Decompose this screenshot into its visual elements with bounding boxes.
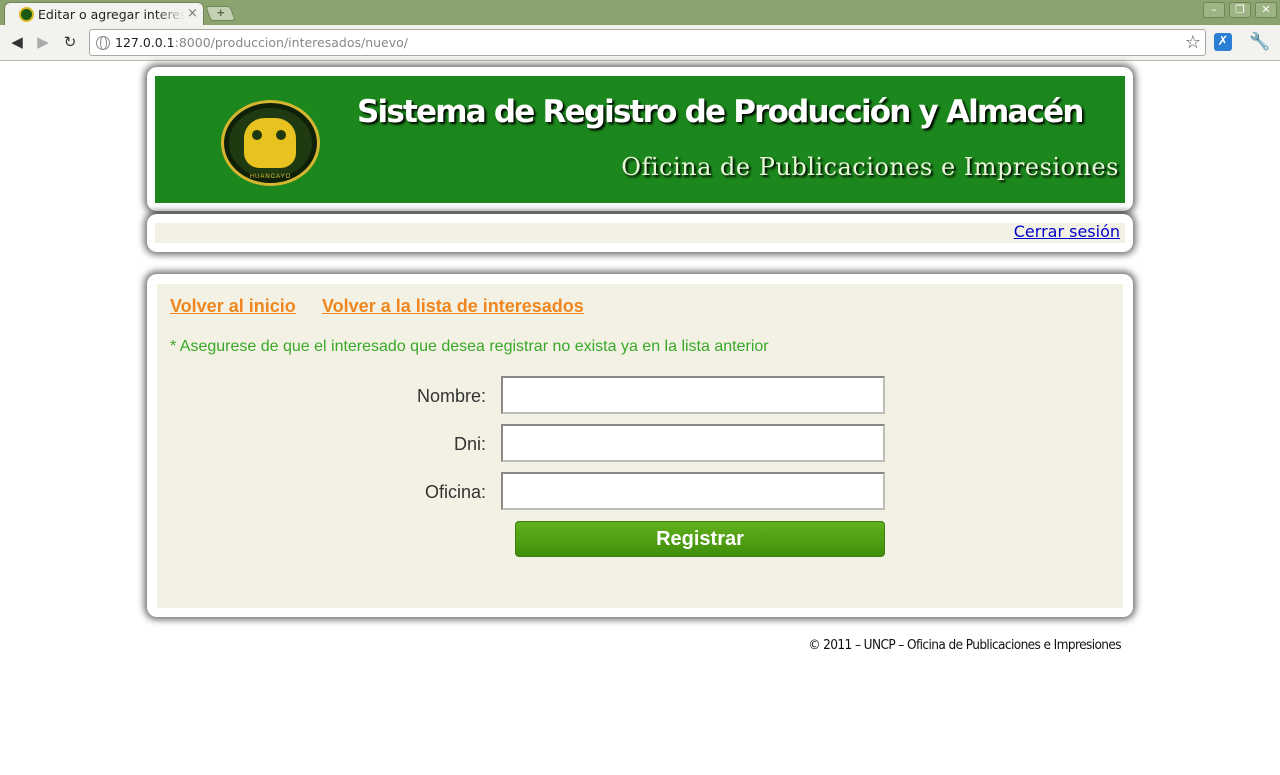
address-bar[interactable]: 127.0.0.1:8000/produccion/interesados/nu… <box>89 29 1206 56</box>
home-link[interactable]: Volver al inicio <box>170 296 296 317</box>
session-bar <box>155 223 1125 243</box>
globe-icon <box>96 36 110 50</box>
page: HUANCAYO Sistema de Registro de Producci… <box>0 62 1280 775</box>
dni-label: Dni: <box>453 434 486 454</box>
url-path: :8000/produccion/interesados/nuevo/ <box>174 35 408 50</box>
tab-close-icon[interactable]: × <box>187 6 198 21</box>
nombre-input[interactable] <box>501 376 885 414</box>
header-banner: HUANCAYO Sistema de Registro de Producci… <box>155 76 1125 203</box>
list-link[interactable]: Volver a la lista de interesados <box>322 296 584 317</box>
back-arrow-icon[interactable]: ◀ <box>7 33 27 51</box>
header-box: HUANCAYO Sistema de Registro de Producci… <box>147 67 1133 211</box>
wrench-icon[interactable]: 🔧 <box>1249 32 1270 52</box>
maximize-button[interactable]: ❐ <box>1229 2 1251 18</box>
dni-input[interactable] <box>501 424 885 462</box>
browser-toolbar: ◀ ▶ ↻ 127.0.0.1:8000/produccion/interesa… <box>0 25 1280 61</box>
forward-arrow-icon[interactable]: ▶ <box>33 33 53 51</box>
oficina-label: Oficina: <box>424 482 486 502</box>
system-title: Sistema de Registro de Producción y Alma… <box>357 94 1084 130</box>
browser-tab-bar: Editar o agregar interesados × + – ❐ ✕ <box>0 0 1280 25</box>
url-host: 127.0.0.1 <box>115 35 175 50</box>
footer-text: © 2011 – UNCP – Oficina de Publicaciones… <box>808 637 1121 653</box>
content-box: Volver al inicio Volver a la lista de in… <box>147 274 1133 617</box>
tab-title-fade <box>155 5 185 23</box>
new-tab-button[interactable]: + <box>205 5 236 21</box>
session-box: Cerrar sesión <box>147 214 1133 252</box>
close-window-button[interactable]: ✕ <box>1255 2 1277 18</box>
oficina-input[interactable] <box>501 472 885 510</box>
content-panel: Volver al inicio Volver a la lista de in… <box>157 284 1123 608</box>
nombre-label: Nombre: <box>416 386 486 406</box>
url-text: 127.0.0.1:8000/produccion/interesados/nu… <box>115 35 408 50</box>
browser-tab[interactable]: Editar o agregar interesados × <box>4 2 204 25</box>
favicon-icon <box>19 7 34 22</box>
reload-icon[interactable]: ↻ <box>60 33 80 51</box>
logout-link[interactable]: Cerrar sesión <box>1014 222 1120 241</box>
warning-note: * Asegurese de que el interesado que des… <box>170 338 769 355</box>
extension-icon[interactable]: ✗ <box>1214 33 1232 51</box>
plus-icon: + <box>216 5 225 20</box>
minimize-button[interactable]: – <box>1203 2 1225 18</box>
lion-emblem-icon <box>244 118 296 168</box>
register-button[interactable]: Registrar <box>515 521 885 557</box>
university-logo: HUANCAYO <box>221 100 320 186</box>
office-title: Oficina de Publicaciones e Impresiones <box>621 153 1119 181</box>
bookmark-star-icon[interactable]: ☆ <box>1185 32 1201 53</box>
logo-caption: HUANCAYO <box>249 174 292 180</box>
